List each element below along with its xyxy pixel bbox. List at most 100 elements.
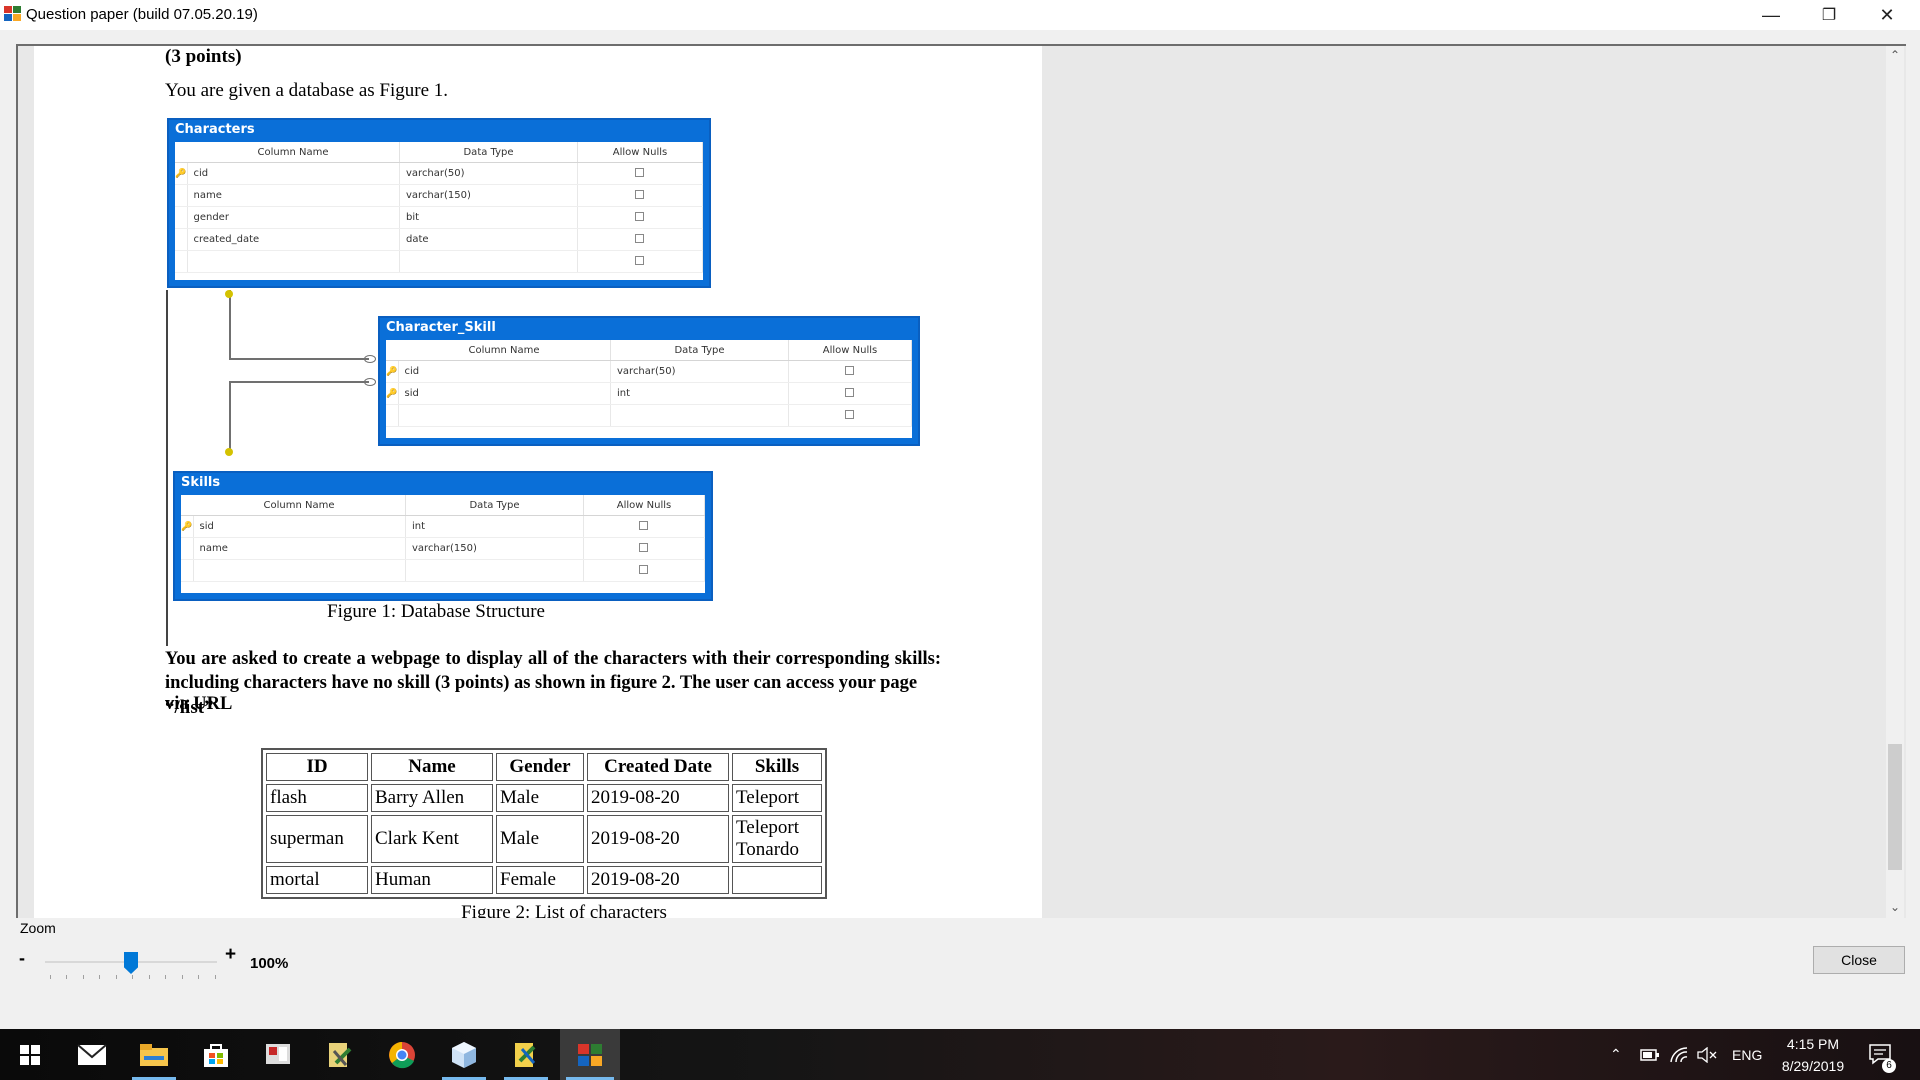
allow-nulls-checkbox [635,233,644,243]
taskbar: ⌃ ENG 4:15 PM 8/29/2019 6 [0,1029,1920,1080]
notifications-icon[interactable]: 6 [1868,1029,1896,1080]
db-columns-grid: Column Name Data Type Allow Nulls 🔑 cid varc… [386,340,912,427]
column-name: name [193,537,406,560]
zoom-slider-thumb[interactable] [124,952,138,974]
question-paper-icon[interactable] [560,1029,620,1080]
db-row: 🔑 sid int [181,515,705,538]
chrome-icon[interactable] [374,1029,430,1080]
table-cell: Human [371,866,493,894]
table-cell: Female [496,866,584,894]
table-cell: flash [266,784,368,812]
scroll-down-arrow-icon[interactable]: ⌄ [1886,898,1904,916]
table-cell: mortal [266,866,368,894]
db-table-skills: Skills Column Name Data Type Allow Nulls 🔑… [173,471,713,601]
close-button[interactable]: Close [1813,946,1905,974]
table-cell: superman [266,815,368,863]
allow-nulls-checkbox [845,387,854,397]
data-type: bit [399,206,578,229]
connector-line [229,381,369,383]
question-points: (3 points) [434,673,510,693]
col-header: Column Name [187,142,400,163]
document-viewer[interactable]: (3 points) You are given a database as F… [16,44,1906,918]
table-cell: Barry Allen [371,784,493,812]
file-explorer-icon[interactable] [126,1029,182,1080]
clock-date: 8/29/2019 [1781,1058,1845,1074]
db-row: name varchar(150) [181,537,705,560]
data-type: int [610,382,789,405]
app-icon[interactable] [250,1029,306,1080]
question-text: including characters have no skill [165,673,435,693]
db-row: 🔑 cid varchar(50) [175,162,703,185]
data-type: varchar(150) [399,184,578,207]
db-row: name varchar(150) [175,184,703,207]
table-cell: Teleport [732,784,822,812]
wifi-icon[interactable] [1670,1029,1688,1080]
volume-muted-icon[interactable] [1697,1029,1717,1080]
allow-nulls-checkbox [845,409,854,419]
show-hidden-icons-icon[interactable]: ⌃ [1610,1029,1622,1080]
connector-line [229,290,231,360]
mail-icon[interactable] [64,1029,120,1080]
table-cell: 2019-08-20 [587,815,729,863]
db-table-character-skill: Character_Skill Column Name Data Type Allo… [378,316,920,446]
allow-nulls-checkbox [635,167,644,177]
primary-key-icon: 🔑 [386,382,399,405]
data-type: int [405,515,584,538]
allow-nulls-checkbox [845,365,854,375]
language-indicator[interactable]: ENG [1732,1029,1762,1080]
allow-nulls-checkbox [635,255,644,265]
zoom-out-button[interactable]: - [19,948,25,969]
store-icon[interactable] [188,1029,244,1080]
table-header: Skills [732,753,822,781]
column-name: name [187,184,400,207]
db-columns-grid: Column Name Data Type Allow Nulls 🔑 sid int … [181,495,705,582]
table-header: ID [266,753,368,781]
question-line-1: You are asked to create a webpage to dis… [165,649,941,669]
editor-icon[interactable] [498,1029,554,1080]
table-cell: Teleport Tonardo [732,815,822,863]
window-title: Question paper (build 07.05.20.19) [26,6,258,23]
db-row: gender bit [175,206,703,229]
table-row: superman Clark Kent Male 2019-08-20 Tele… [266,815,822,863]
zoom-in-button[interactable]: + [225,944,236,966]
infinity-endpoint-icon [364,378,376,386]
data-type: varchar(150) [405,537,584,560]
table-cell: Male [496,815,584,863]
col-header: Column Name [398,340,611,361]
allow-nulls-checkbox [639,542,648,552]
tools-icon[interactable] [312,1029,368,1080]
battery-icon[interactable] [1640,1029,1660,1080]
key-endpoint-icon [225,448,233,456]
notification-count-badge: 6 [1882,1059,1896,1073]
table-cell: 2019-08-20 [587,784,729,812]
points-heading: (3 points) [165,46,242,67]
column-name: cid [187,162,400,185]
db-table-title: Skills [181,475,221,490]
column-name: sid [193,515,406,538]
connector-line [229,381,231,451]
db-table-title: Characters [175,122,255,137]
restore-button[interactable]: ❐ [1800,0,1858,30]
db-row [386,404,912,427]
column-name: gender [187,206,400,229]
start-icon[interactable] [2,1029,58,1080]
vertical-scrollbar[interactable]: ⌃ ⌄ [1886,46,1904,918]
zoom-value: 100% [250,955,289,972]
allow-nulls-checkbox [635,189,644,199]
clock[interactable]: 4:15 PM 8/29/2019 [1768,1033,1858,1077]
minimize-button[interactable]: — [1742,0,1800,30]
col-header: Data Type [399,142,578,163]
data-type: date [399,228,578,251]
close-window-button[interactable]: ✕ [1858,0,1916,30]
scrollbar-thumb[interactable] [1888,744,1902,870]
primary-key-icon: 🔑 [386,360,399,383]
scroll-up-arrow-icon[interactable]: ⌃ [1886,46,1904,64]
main-client: (3 points) You are given a database as F… [0,30,1920,1029]
db-columns-grid: Column Name Data Type Allow Nulls 🔑 cid varc… [175,142,703,273]
box-icon[interactable] [436,1029,492,1080]
characters-list-table: ID Name Gender Created Date Skills flash… [261,748,827,899]
table-header: Name [371,753,493,781]
db-row: 🔑 cid varchar(50) [386,360,912,383]
key-endpoint-icon [225,290,233,298]
primary-key-icon: 🔑 [181,515,194,538]
